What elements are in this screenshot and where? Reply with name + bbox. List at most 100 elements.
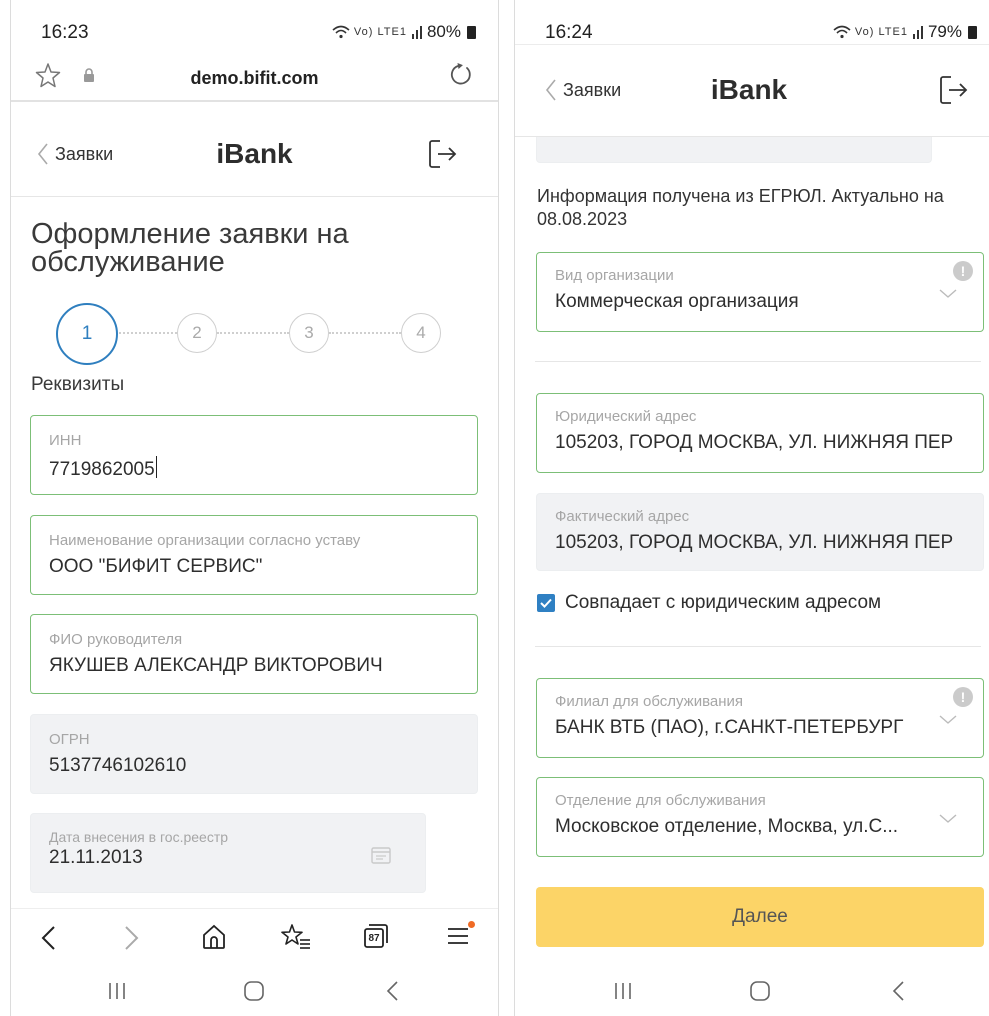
inn-input[interactable]: 7719862005	[49, 456, 459, 481]
branch-select[interactable]: Филиал для обслуживания БАНК ВТБ (ПАО), …	[536, 678, 984, 758]
status-indicators: Vo) LTE1 80%	[332, 22, 476, 42]
step-2: 2	[177, 313, 217, 353]
left-phone-screen: 16:23 Vo) LTE1 80% demo.bifit.com Заявки…	[10, 0, 499, 1016]
stepper: 1 2 3 4	[11, 303, 498, 365]
status-bar: 16:23 Vo) LTE1 80%	[11, 0, 498, 44]
notification-dot	[468, 921, 475, 928]
chevron-down-icon	[939, 715, 957, 724]
bookmarks-icon[interactable]	[281, 923, 311, 951]
right-phone-screen: 16:24 Vo) LTE1 79% Заявки iBank Информац…	[514, 0, 989, 1016]
reg-date-value: 21.11.2013	[49, 847, 143, 868]
step-4: 4	[401, 313, 441, 353]
home-circle-icon[interactable]	[243, 980, 265, 1002]
app-title: iBank	[216, 138, 293, 169]
info-icon[interactable]: !	[953, 687, 973, 707]
header-divider	[11, 196, 498, 197]
status-divider	[515, 44, 989, 45]
system-back-icon[interactable]	[385, 980, 399, 1002]
text-cursor	[155, 456, 157, 478]
tabs-count: 87	[368, 933, 380, 944]
branch-label: Филиал для обслуживания	[555, 693, 743, 710]
wifi-icon	[332, 25, 350, 39]
status-time: 16:24	[545, 22, 593, 43]
recent-apps-icon[interactable]	[107, 980, 127, 1002]
section-title: Реквизиты	[31, 374, 125, 395]
step-3: 3	[289, 313, 329, 353]
office-select[interactable]: Отделение для обслуживания Московское от…	[536, 777, 984, 857]
battery-icon	[467, 25, 476, 39]
back-arrow-icon[interactable]	[39, 923, 59, 953]
step-connector	[217, 332, 289, 334]
battery-icon	[968, 25, 977, 39]
network-icons: Vo) LTE1	[353, 26, 407, 38]
legal-address-label: Юридический адрес	[555, 408, 697, 425]
recent-apps-icon[interactable]	[613, 980, 633, 1002]
org-type-value: Коммерческая организация	[555, 291, 799, 312]
legal-address-field[interactable]: Юридический адрес 105203, ГОРОД МОСКВА, …	[536, 393, 984, 473]
forward-arrow-icon[interactable]	[121, 923, 141, 953]
scrolled-field-remnant	[536, 137, 932, 163]
browser-toolbar: 87	[11, 908, 498, 968]
inn-label: ИНН	[49, 432, 82, 449]
logout-icon[interactable]	[939, 74, 969, 106]
org-name-label: Наименование организации согласно уставу	[49, 532, 361, 549]
office-value: Московское отделение, Москва, ул.С...	[555, 816, 899, 837]
logout-icon[interactable]	[428, 138, 458, 170]
ogrn-label: ОГРН	[49, 731, 90, 748]
actual-address-value: 105203, ГОРОД МОСКВА, УЛ. НИЖНЯЯ ПЕР	[555, 532, 954, 553]
battery-percent: 79%	[927, 22, 962, 41]
calendar-icon	[371, 847, 391, 864]
app-header: Заявки iBank	[515, 46, 989, 136]
director-label: ФИО руководителя	[49, 631, 183, 648]
system-nav-bar	[11, 968, 498, 1016]
actual-address-field: Фактический адрес 105203, ГОРОД МОСКВА, …	[536, 493, 984, 571]
director-value: ЯКУШЕВ АЛЕКСАНДР ВИКТОРОВИЧ	[49, 655, 383, 676]
legal-address-value: 105203, ГОРОД МОСКВА, УЛ. НИЖНЯЯ ПЕР	[555, 432, 954, 453]
ogrn-field: ОГРН 5137746102610	[30, 714, 478, 794]
reg-date-label: Дата внесения в гос.реестр	[49, 829, 229, 845]
menu-icon	[448, 928, 468, 944]
tabs-button[interactable]: 87	[363, 923, 389, 949]
app-title: iBank	[710, 74, 788, 105]
org-name-field[interactable]: Наименование организации согласно уставу…	[30, 515, 478, 595]
same-address-label: Совпадает с юридическим адресом	[565, 592, 882, 613]
page-title: Оформление заявки на обслуживание	[31, 218, 349, 278]
reg-date-field: Дата внесения в гос.реестр 21.11.2013	[30, 813, 426, 893]
home-icon[interactable]	[201, 923, 227, 951]
home-circle-icon[interactable]	[749, 980, 771, 1002]
step-connector	[329, 332, 401, 334]
section-divider	[535, 646, 981, 647]
inn-value: 7719862005	[49, 459, 155, 480]
office-label: Отделение для обслуживания	[555, 792, 766, 809]
org-type-label: Вид организации	[555, 267, 674, 284]
signal-icon	[912, 25, 923, 39]
org-name-value: ООО "БИФИТ СЕРВИС"	[49, 556, 263, 577]
same-address-checkbox-row[interactable]: Совпадает с юридическим адресом	[537, 592, 881, 614]
status-indicators: Vo) LTE1 79%	[833, 22, 977, 42]
wifi-icon	[833, 25, 851, 39]
step-connector	[119, 332, 177, 334]
actual-address-label: Фактический адрес	[555, 508, 690, 525]
chevron-down-icon	[939, 289, 957, 298]
status-time: 16:23	[41, 22, 89, 43]
info-icon[interactable]: !	[953, 261, 973, 281]
director-field[interactable]: ФИО руководителя ЯКУШЕВ АЛЕКСАНДР ВИКТОР…	[30, 614, 478, 694]
org-type-select[interactable]: Вид организации Коммерческая организация…	[536, 252, 984, 332]
inn-field[interactable]: ИНН 7719862005	[30, 415, 478, 495]
signal-icon	[411, 25, 422, 39]
branch-value: БАНК ВТБ (ПАО), г.САНКТ-ПЕТЕРБУРГ	[555, 717, 904, 738]
egrul-info-text: Информация получена из ЕГРЮЛ. Актуально …	[537, 186, 944, 229]
ogrn-value: 5137746102610	[49, 755, 187, 776]
reload-icon[interactable]	[448, 62, 474, 88]
browser-url-bar: demo.bifit.com	[11, 50, 498, 102]
status-bar: 16:24 Vo) LTE1 79%	[515, 0, 989, 44]
network-icons: Vo) LTE1	[854, 26, 908, 38]
menu-button[interactable]	[447, 921, 475, 947]
battery-percent: 80%	[426, 22, 461, 41]
system-back-icon[interactable]	[891, 980, 905, 1002]
url-text[interactable]: demo.bifit.com	[11, 68, 498, 89]
chevron-down-icon	[939, 814, 957, 823]
next-button[interactable]: Далее	[536, 887, 984, 947]
checkbox-checked-icon[interactable]	[537, 594, 555, 612]
step-1: 1	[56, 303, 118, 365]
